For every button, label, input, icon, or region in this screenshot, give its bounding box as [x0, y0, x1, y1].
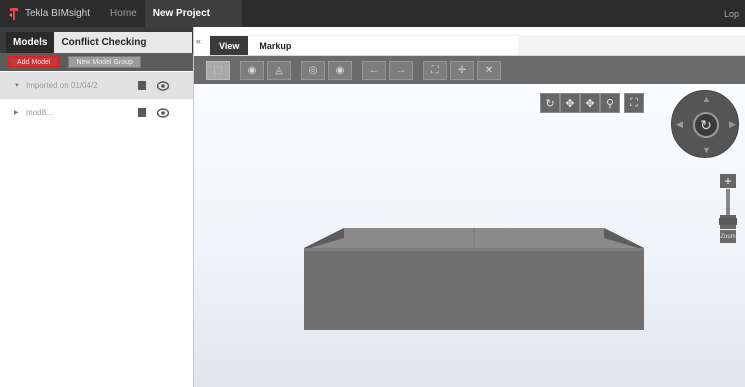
visibility-eye-icon[interactable] — [157, 107, 169, 118]
nav-down-icon[interactable]: ▼ — [702, 145, 711, 155]
navigation-wheel[interactable]: ▲ ▼ ◀ ▶ ↻ — [671, 90, 739, 158]
ghost-icon[interactable]: ◉ — [328, 60, 352, 80]
collapse-panel-icon[interactable]: « — [196, 36, 201, 46]
new-model-group-button[interactable]: New Model Group — [68, 56, 141, 68]
app-name: Tekla BIMsight — [25, 8, 91, 19]
zoom-control: + − Zoom — [719, 174, 737, 243]
nav-up-icon[interactable]: ▲ — [702, 94, 711, 104]
zoom-in-icon[interactable]: + — [720, 174, 736, 188]
models-toolbar: Add Model New Model Group — [0, 53, 193, 71]
tab-new-project[interactable]: New Project — [144, 0, 242, 27]
tree-item-label: mod8... — [26, 108, 53, 117]
add-model-button[interactable]: Add Model — [8, 56, 60, 68]
view-tabs: View Markup — [210, 35, 745, 56]
left-panel-tabs: Models Conflict Checking — [0, 27, 193, 53]
models-panel: Models Conflict Checking Add Model New M… — [0, 27, 194, 387]
3d-model-object[interactable] — [304, 228, 644, 330]
title-bar: Tekla BIMsight Home New Project Lop — [0, 0, 745, 27]
select-icon[interactable]: ⬚ — [206, 60, 230, 80]
visibility-eye-icon[interactable] — [157, 80, 169, 91]
move-icon[interactable]: ✥ — [580, 93, 600, 113]
show-all-icon[interactable]: ◎ — [301, 60, 325, 80]
rotate-icon[interactable]: ↻ — [540, 93, 560, 113]
tab-models[interactable]: Models — [6, 32, 55, 53]
tree-item-imported[interactable]: ▼ Imported on 01/04/2 — [0, 72, 193, 99]
properties-icon[interactable] — [138, 81, 146, 90]
pan-icon[interactable]: ✥ — [560, 93, 580, 113]
view-toolbar: ⬚ ◉ ◬ ◎ ◉ ← → ⛶ ✛ ✕ — [194, 56, 745, 84]
visibility-icon[interactable]: ◉ — [240, 60, 264, 80]
fit-view-icon[interactable]: ⛶ — [624, 93, 644, 113]
forward-icon[interactable]: → — [389, 60, 413, 80]
tekla-logo-icon — [9, 7, 18, 20]
3d-viewport[interactable]: ↻ ✥ ✥ ⚲ ⛶ ▲ ▼ ◀ ▶ ↻ + − Zoom — [194, 84, 745, 387]
tab-markup[interactable]: Markup — [248, 36, 519, 55]
tab-view[interactable]: View — [210, 36, 249, 55]
clip-icon[interactable]: ✕ — [477, 60, 501, 80]
zoom-slider-handle[interactable] — [719, 218, 737, 225]
tab-conflict-checking[interactable]: Conflict Checking — [54, 32, 193, 53]
walk-icon[interactable]: ⚲ — [600, 93, 620, 113]
properties-icon[interactable] — [138, 108, 146, 117]
expand-arrow-icon[interactable]: ▼ — [14, 83, 20, 89]
nav-rotate-center-icon[interactable]: ↻ — [693, 112, 719, 138]
collapse-arrow-icon[interactable]: ▶ — [14, 109, 20, 116]
zoom-label: Zoom — [720, 230, 736, 243]
tree-item-model[interactable]: ▶ mod8... — [0, 99, 193, 126]
titlebar-right-label[interactable]: Lop — [724, 0, 739, 27]
hide-icon[interactable]: ◬ — [267, 60, 291, 80]
app-logo: Tekla BIMsight — [8, 0, 90, 27]
tree-item-label: Imported on 01/04/2 — [26, 81, 98, 90]
nav-right-icon[interactable]: ▶ — [729, 119, 736, 130]
measure-icon[interactable]: ✛ — [450, 60, 474, 80]
tab-home[interactable]: Home — [102, 0, 145, 27]
fit-all-icon[interactable]: ⛶ — [423, 60, 447, 80]
nav-left-icon[interactable]: ◀ — [676, 119, 683, 130]
zoom-track[interactable] — [720, 189, 736, 215]
app-window: Tekla BIMsight Home New Project Lop Mode… — [0, 0, 745, 387]
view-mode-toolbar: ↻ ✥ ✥ ⚲ ⛶ — [540, 93, 644, 113]
back-icon[interactable]: ← — [362, 60, 386, 80]
